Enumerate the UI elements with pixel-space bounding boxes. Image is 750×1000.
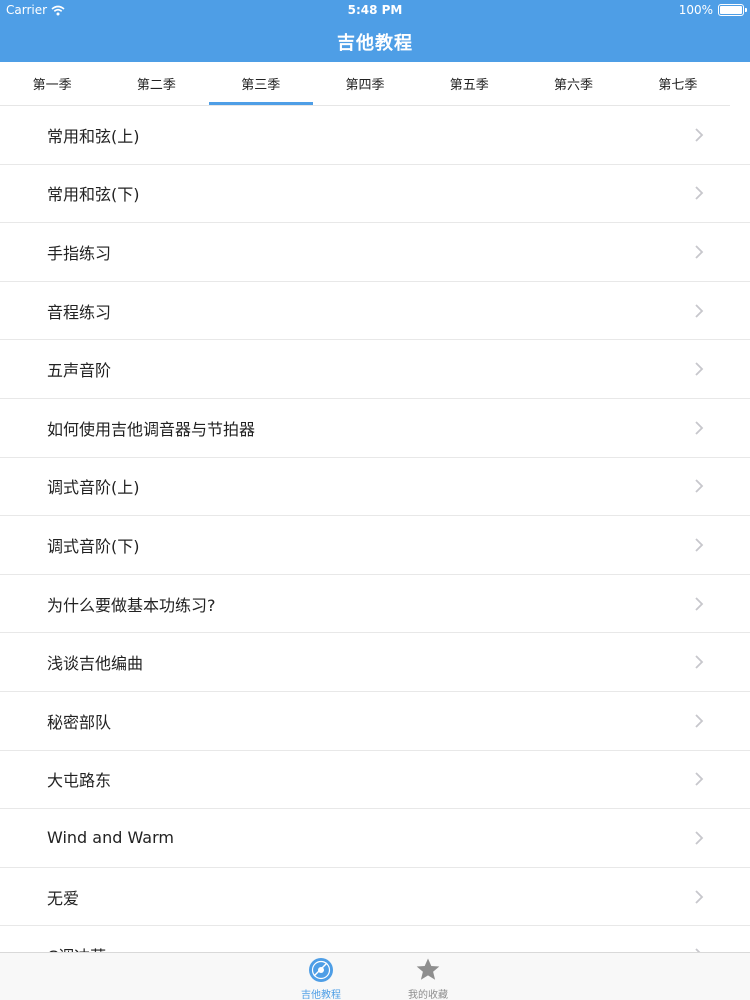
chevron-right-icon xyxy=(695,655,704,669)
chevron-right-icon xyxy=(695,889,704,904)
lesson-title: Wind and Warm xyxy=(47,828,174,848)
tab-season-1[interactable]: 第一季 xyxy=(0,62,104,105)
lesson-row[interactable]: 常用和弦(下) xyxy=(0,164,750,224)
status-bar: Carrier 5:48 PM 100% xyxy=(0,0,750,20)
lesson-title: 调式音阶(下) xyxy=(47,536,140,556)
chevron-right-icon xyxy=(695,128,704,142)
tabbar-item-favorites[interactable]: 我的收藏 xyxy=(388,957,468,1000)
lesson-row[interactable]: C调冲菜 xyxy=(0,926,750,952)
lesson-row[interactable]: 浅谈吉他编曲 xyxy=(0,633,750,692)
header: Carrier 5:48 PM 100% 吉他教程 xyxy=(0,0,750,62)
tab-season-7[interactable]: 第七季 xyxy=(626,62,730,105)
lesson-title: 调式音阶(上) xyxy=(47,478,140,498)
page-title: 吉他教程 xyxy=(337,33,413,54)
chevron-right-icon xyxy=(695,772,704,786)
lesson-title: 为什么要做基本功练习? xyxy=(47,595,216,615)
lesson-title: 无爱 xyxy=(47,888,80,908)
chevron-right-icon xyxy=(695,596,704,611)
disc-icon xyxy=(309,958,333,982)
lesson-title: 常用和弦(上) xyxy=(47,126,140,146)
lesson-row[interactable]: 手指练习 xyxy=(0,223,750,282)
lesson-row[interactable]: 音程练习 xyxy=(0,281,750,341)
lesson-title: 秘密部队 xyxy=(47,712,112,732)
lesson-row[interactable]: 调式音阶(上) xyxy=(0,457,750,517)
chevron-right-icon xyxy=(695,421,704,435)
chevron-right-icon xyxy=(695,538,704,552)
lesson-row[interactable]: 秘密部队 xyxy=(0,691,750,751)
lesson-row[interactable]: 大屯路东 xyxy=(0,750,750,810)
tab-season-6[interactable]: 第六季 xyxy=(521,62,625,105)
lesson-list[interactable]: 常用和弦(上) 常用和弦(下) 手指练习音程练习五声音阶如何使用吉他调音器与节拍器调… xyxy=(0,106,750,952)
status-time: 5:48 PM xyxy=(347,3,403,17)
lesson-title: 大屯路东 xyxy=(47,771,112,791)
tab-season-2[interactable]: 第二季 xyxy=(104,62,208,105)
lesson-row[interactable]: 无爱 xyxy=(0,867,750,927)
tab-bar: 吉他教程 我的收藏 xyxy=(0,952,750,1000)
lesson-row[interactable]: Wind and Warm xyxy=(0,809,750,868)
lesson-row[interactable]: 如何使用吉他调音器与节拍器 xyxy=(0,398,750,458)
tabbar-label-guitar-lessons: 吉他教程 xyxy=(301,990,341,1000)
lesson-title: C调冲菜 xyxy=(47,943,106,952)
lesson-title: 五声音阶 xyxy=(47,361,112,381)
star-icon xyxy=(416,958,440,980)
tabbar-label-favorites: 我的收藏 xyxy=(408,990,448,1000)
app-screen: Carrier 5:48 PM 100% 吉他教程 第一季 第二季 第三季 第四季 第五… xyxy=(0,0,750,1000)
battery-icon xyxy=(718,4,747,16)
lesson-title: 音程练习 xyxy=(47,302,112,322)
lesson-row[interactable]: 常用和弦(上) xyxy=(0,106,750,165)
chevron-right-icon xyxy=(695,303,704,318)
lesson-title: 浅谈吉他编曲 xyxy=(47,654,144,674)
season-tabs: 第一季 第二季 第三季 第四季 第五季 第六季 第七季 xyxy=(0,62,730,106)
tab-season-3[interactable]: 第三季 xyxy=(208,62,314,105)
tabbar-item-guitar-lessons[interactable]: 吉他教程 xyxy=(281,957,361,1000)
lesson-row[interactable]: 五声音阶 xyxy=(0,340,750,399)
tab-season-5[interactable]: 第五季 xyxy=(417,62,521,105)
lesson-row[interactable]: 为什么要做基本功练习? xyxy=(0,574,750,634)
chevron-right-icon xyxy=(695,714,704,728)
status-right: 100% xyxy=(678,3,747,17)
chevron-right-icon xyxy=(695,479,704,493)
lesson-title: 手指练习 xyxy=(47,243,112,263)
lesson-row[interactable]: 调式音阶(下) xyxy=(0,516,750,575)
chevron-right-icon xyxy=(695,245,704,259)
battery-percent: 100% xyxy=(678,3,713,17)
tab-season-4[interactable]: 第四季 xyxy=(313,62,417,105)
chevron-right-icon xyxy=(695,831,704,845)
chevron-right-icon xyxy=(695,186,704,201)
lesson-title: 常用和弦(下) xyxy=(47,185,140,205)
lesson-title: 如何使用吉他调音器与节拍器 xyxy=(47,419,256,439)
battery-fill xyxy=(720,6,742,14)
chevron-right-icon xyxy=(695,362,704,376)
